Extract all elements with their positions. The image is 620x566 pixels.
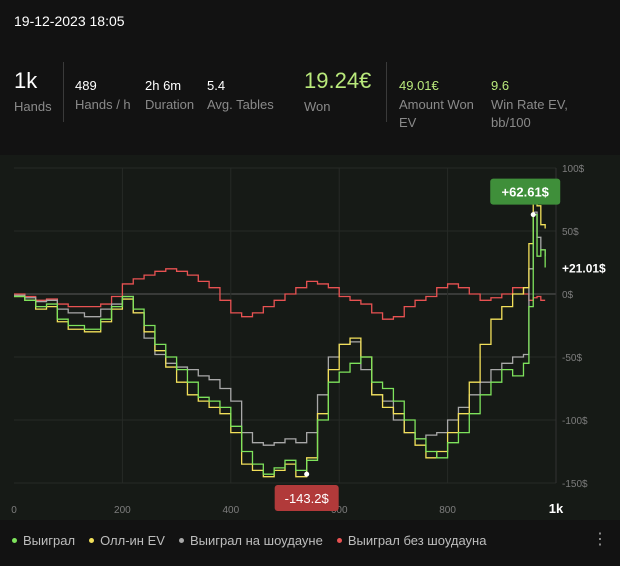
stat-duration-label: Duration [145,97,195,112]
stat-win-rate-ev-value: 9.6 [491,78,510,93]
legend-item-showdown[interactable]: Выиграл на шоудауне [178,533,323,548]
chart-grid [14,167,557,484]
session-date: 19-12-2023 18:05 [14,13,125,29]
x-tick-label: 200 [114,505,131,516]
y-tick-label: -150$ [562,479,588,490]
stats-bar: 1k Hands 489 Hands / h 2h 6m Duration 5.… [0,60,620,140]
stat-hands-label: Hands [14,99,52,114]
stats-divider [386,62,387,122]
stat-duration: 2h 6m Duration [145,77,194,114]
stat-hands-value: 1k [14,68,38,93]
y-tick-label: 100$ [562,164,585,175]
stat-win-rate-ev-label: Win Rate EV, bb/100 [491,97,568,130]
legend-item-won[interactable]: Выиграл [12,533,75,548]
x-tick-label: 0 [11,505,17,516]
legend-dot-non-showdown [336,538,342,543]
stat-amount-won-ev-value: 49.01€ [399,78,439,93]
stat-hands-per-hour-value: 489 [75,78,97,93]
stat-win-rate-ev: 9.6 Win Rate EV, bb/100 [491,77,571,132]
stat-won-value: 19.24€ [304,68,372,93]
legend-label-non-showdown: Выиграл без шоудауна [347,533,487,548]
stat-hands: 1k Hands [14,65,52,116]
stat-won: 19.24€ Won [304,65,371,116]
stat-hands-per-hour: 489 Hands / h [75,77,131,114]
legend-label-allin-ev: Олл-ин EV [100,533,165,548]
x-tick-label: 400 [222,505,239,516]
stat-avg-tables: 5.4 Avg. Tables [207,77,274,114]
legend-item-allin-ev[interactable]: Олл-ин EV [89,533,165,548]
legend-label-won: Выиграл [23,533,76,548]
series-line-0 [14,213,546,475]
chart-legend: Выиграл Олл-ин EV Выиграл на шоудауне Вы… [12,533,486,548]
stat-avg-tables-label: Avg. Tables [207,97,274,112]
legend-item-non-showdown[interactable]: Выиграл без шоудауна [336,533,487,548]
legend-dot-allin-ev [89,538,95,543]
legend-label-showdown: Выиграл на шоудауне [189,533,323,548]
legend-dot-showdown [178,538,184,543]
y-tick-label: -100$ [562,416,588,427]
chart-series [14,179,546,478]
min-point-marker [304,471,310,477]
stat-amount-won-ev: 49.01€ Amount Won EV [399,77,489,132]
legend-dot-won [12,538,17,543]
stat-avg-tables-value: 5.4 [207,78,226,93]
y-tick-label: -50$ [562,353,582,364]
max-point-marker [530,212,536,218]
stat-amount-won-ev-label: Amount Won EV [399,97,474,130]
stats-divider [63,62,64,122]
profit-chart[interactable]: 100$ 50$ 0$ -50$ -100$ -150$ 0 200 400 600 800 1k … [0,155,620,520]
y-tick-label: 0$ [562,290,574,301]
min-badge-label: -143.2$ [285,491,330,506]
more-options-icon[interactable]: ⋮ [592,532,608,548]
x-tick-label: 800 [439,505,456,516]
profit-chart-svg[interactable]: 100$50$0$-50$-100$-150$ 0 200 400 600 800 1k … [0,155,620,520]
current-value-label: +21.01$ [562,262,606,276]
stat-hands-per-hour-label: Hands / h [75,97,131,112]
max-badge-label: +62.61$ [502,185,550,200]
y-tick-label: 50$ [562,227,579,238]
stat-duration-value: 2h 6m [145,78,182,93]
y-axis-ticks: 100$ 50$ 0$ -50$ -100$ -150$ [562,164,588,490]
stat-won-label: Won [304,99,331,114]
x-tick-label: 1k [549,501,564,516]
